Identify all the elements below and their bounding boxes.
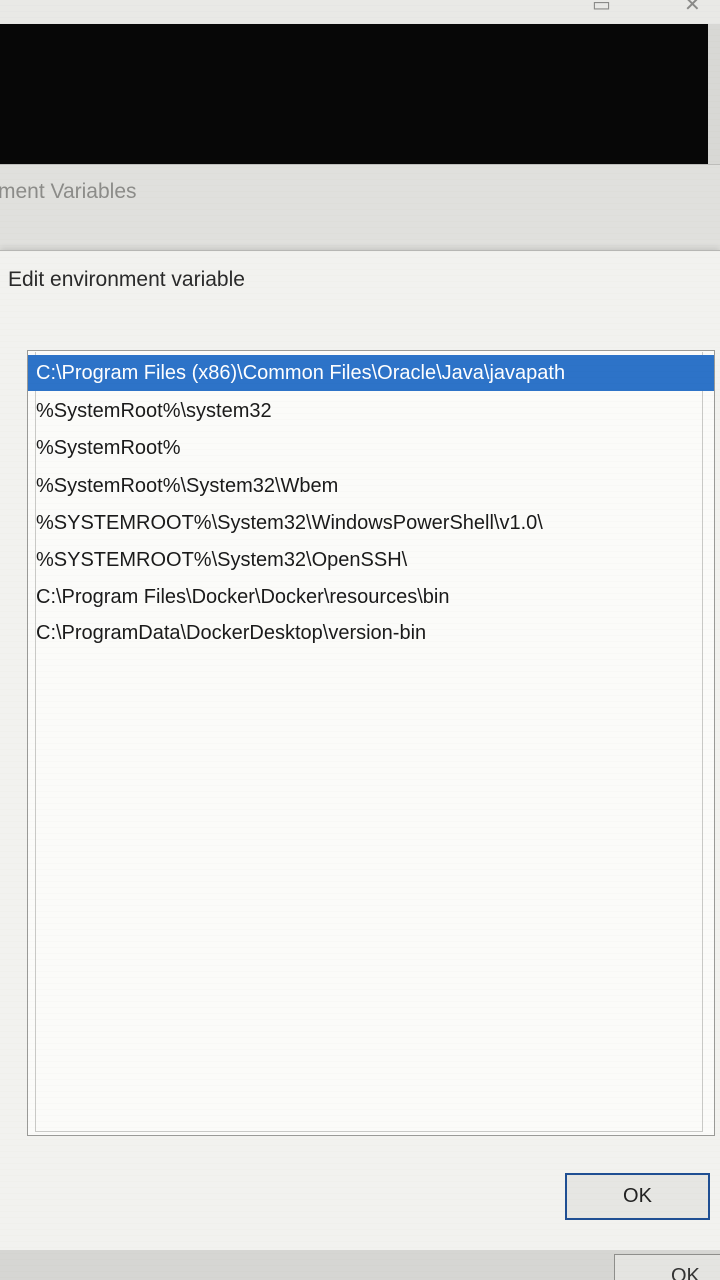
- ok-button[interactable]: OK: [565, 1173, 710, 1220]
- dark-window-area: [0, 24, 708, 166]
- path-entry[interactable]: C:\Program Files\Docker\Docker\resources…: [28, 579, 714, 615]
- underlying-ok-label: OK: [671, 1265, 700, 1280]
- environment-variables-title: ment Variables: [0, 180, 137, 203]
- maximize-icon[interactable]: ▭: [592, 0, 611, 16]
- path-entry[interactable]: C:\ProgramData\DockerDesktop\version-bin: [28, 615, 714, 651]
- path-entry[interactable]: %SystemRoot%: [28, 430, 714, 466]
- path-entry[interactable]: C:\Program Files (x86)\Common Files\Orac…: [28, 355, 714, 391]
- path-entry[interactable]: %SYSTEMROOT%\System32\OpenSSH\: [28, 542, 714, 578]
- path-entries-list[interactable]: C:\Program Files (x86)\Common Files\Orac…: [27, 350, 715, 1136]
- close-icon[interactable]: ✕: [684, 0, 701, 16]
- environment-variables-window: [0, 164, 720, 261]
- underlying-ok-button[interactable]: OK: [614, 1254, 720, 1280]
- path-entry[interactable]: %SYSTEMROOT%\System32\WindowsPowerShell\…: [28, 505, 714, 541]
- underlying-window-strip: [0, 1250, 720, 1280]
- path-entry[interactable]: %SystemRoot%\system32: [28, 393, 714, 429]
- dialog-title: Edit environment variable: [8, 268, 245, 291]
- path-entry[interactable]: %SystemRoot%\System32\Wbem: [28, 468, 714, 504]
- top-window-strip: ▭ ✕: [0, 0, 720, 26]
